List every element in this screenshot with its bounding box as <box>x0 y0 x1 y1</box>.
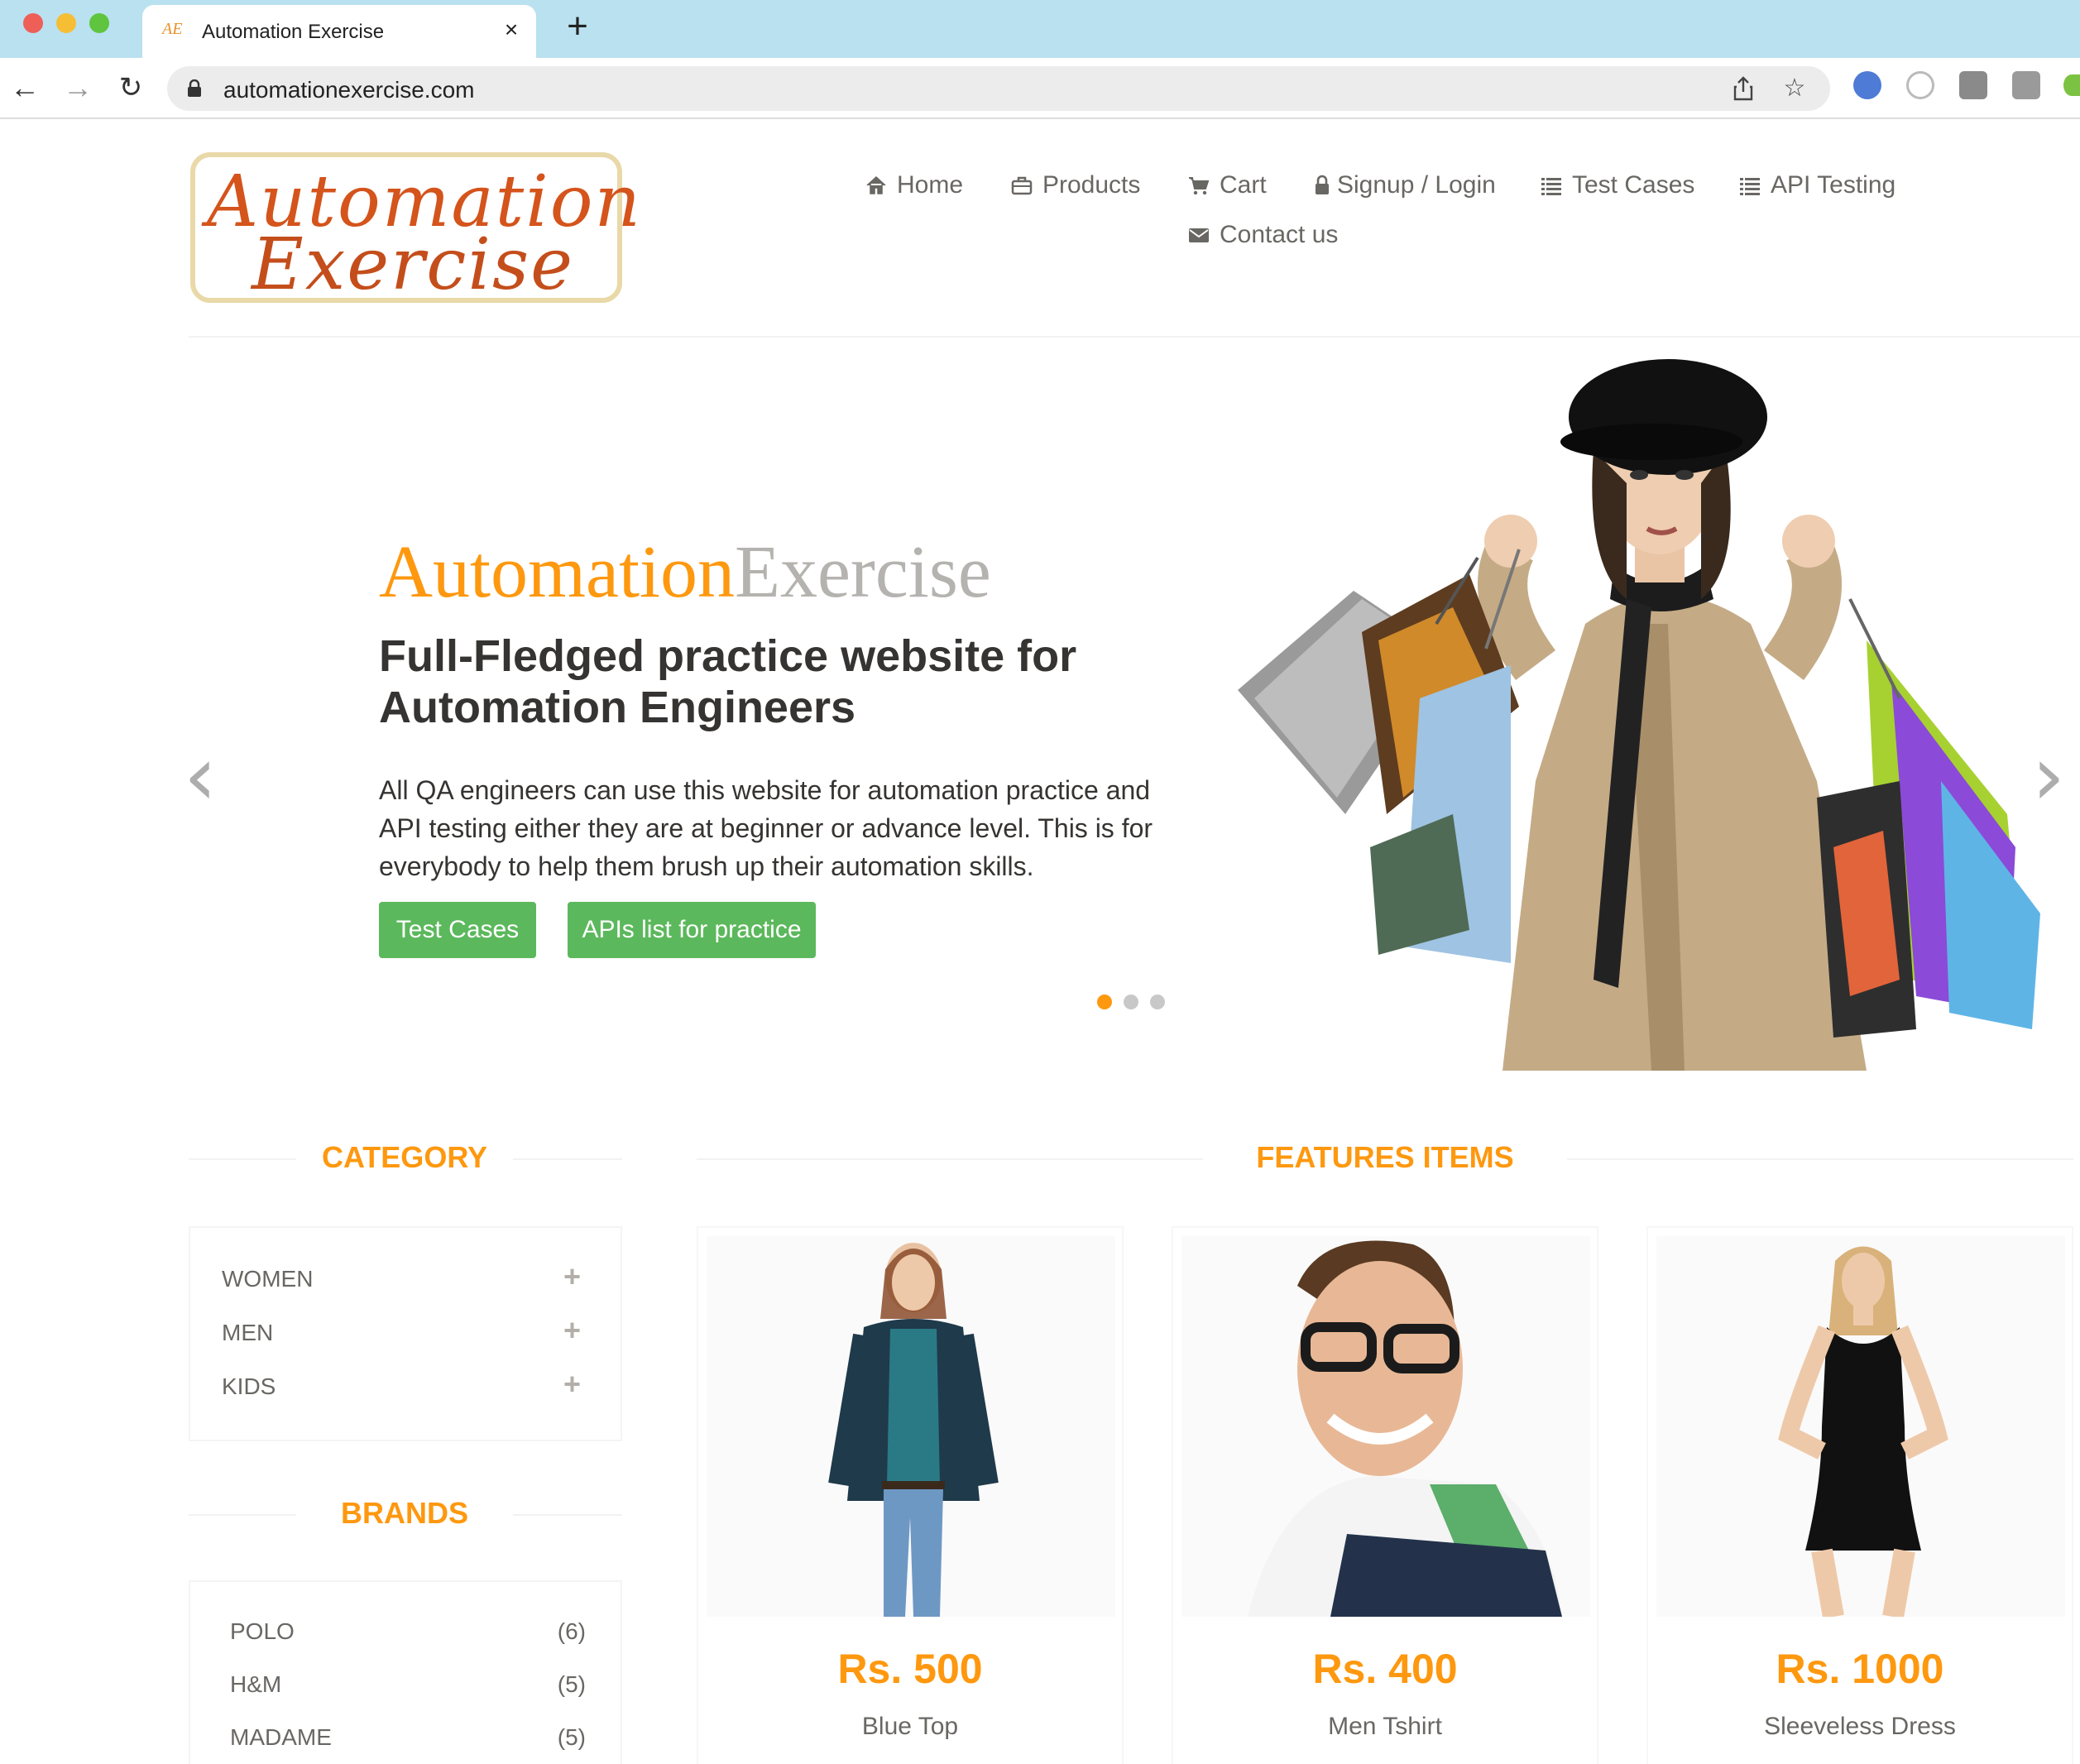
brands-title-line-left <box>189 1514 296 1516</box>
bookmark-star-icon[interactable]: ☆ <box>1780 74 1809 103</box>
product-price: Rs. 1000 <box>1776 1646 1944 1692</box>
envelope-icon <box>1189 228 1209 242</box>
brand-polo[interactable]: POLO (6) <box>230 1615 586 1648</box>
nav-home[interactable]: Home <box>865 169 963 202</box>
extension-2-icon[interactable] <box>1906 71 1934 99</box>
brand-madame[interactable]: MADAME (5) <box>230 1721 586 1754</box>
hero-shopping-woman-image <box>1238 359 2040 1071</box>
nav-test-cases[interactable]: Test Cases <box>1541 169 1694 202</box>
code-extension-icon[interactable] <box>1959 71 1987 99</box>
plus-icon[interactable]: + <box>563 1313 581 1348</box>
brand-count: (6) <box>557 1618 586 1644</box>
logo-line-2: Exercise <box>252 223 574 306</box>
slider-prev-arrow-icon[interactable]: ‹ <box>184 735 217 817</box>
product-card: Rs. 400 Men Tshirt <box>1172 1226 1598 1764</box>
slider-brand-title: AutomationExercise <box>379 531 991 613</box>
nav-contact-us[interactable]: Contact us <box>1188 218 1338 252</box>
slider-description: All QA engineers can use this website fo… <box>379 775 1153 881</box>
extension-4-icon[interactable] <box>2012 71 2040 99</box>
product-name: Sleeveless Dress <box>1764 1713 1956 1740</box>
home-icon <box>866 175 886 194</box>
address-bar[interactable]: automationexercise.com ☆ <box>167 66 1830 111</box>
category-title-line-right <box>513 1158 622 1160</box>
product-price: Rs. 400 <box>1312 1646 1458 1692</box>
brands-title-line-right <box>513 1514 622 1516</box>
plus-icon[interactable]: + <box>563 1367 581 1402</box>
features-title-line-left <box>697 1158 1203 1160</box>
new-tab-button[interactable]: + <box>559 8 596 46</box>
slider-heading: Full-Fledged practice website for Automa… <box>379 631 1077 732</box>
extension-1-icon[interactable] <box>1853 71 1881 99</box>
header-divider <box>189 336 2080 338</box>
brands-panel: POLO (6) H&M (5) MADAME (5) <box>189 1580 622 1764</box>
test-cases-button[interactable]: Test Cases <box>379 902 536 958</box>
features-title: FEATURES ITEMS <box>1256 1140 1514 1174</box>
product-name: Blue Top <box>861 1713 959 1740</box>
category-women[interactable]: WOMEN + <box>222 1259 602 1296</box>
slider-dot-3[interactable] <box>1150 995 1165 1009</box>
category-panel: WOMEN + MEN + KIDS + <box>189 1226 622 1441</box>
browser-toolbar: ← → ↻ automationexercise.com ☆ <box>0 58 2080 119</box>
site-logo[interactable]: Automation Exercise <box>190 152 640 306</box>
category-title-line-left <box>189 1158 296 1160</box>
forward-arrow-icon[interactable]: → <box>60 70 96 106</box>
product-image-blue-top <box>707 1236 1115 1617</box>
category-men[interactable]: MEN + <box>222 1313 602 1349</box>
nav-api-testing[interactable]: API Testing <box>1739 169 1895 202</box>
favicon-icon: AE <box>162 20 183 38</box>
product-name: Men Tshirt <box>1328 1713 1442 1740</box>
reload-icon[interactable]: ↻ <box>113 70 149 106</box>
minimize-window-button[interactable] <box>56 13 76 33</box>
nav-home-label: Home <box>897 171 964 199</box>
tab-title: Automation Exercise <box>202 21 385 43</box>
list-icon <box>1541 178 1561 195</box>
lock-icon <box>188 79 201 97</box>
slider-dot-2[interactable] <box>1124 995 1138 1009</box>
browser-tab[interactable]: AE Automation Exercise × <box>142 5 536 58</box>
product-price: Rs. 500 <box>837 1646 983 1692</box>
brand-count: (5) <box>557 1724 586 1750</box>
extension-5-icon[interactable] <box>2063 74 2080 96</box>
slider-dot-1[interactable] <box>1097 995 1112 1009</box>
product-image-men-tshirt <box>1181 1236 1590 1617</box>
product-image-sleeveless-dress <box>1656 1236 2065 1617</box>
category-kids[interactable]: KIDS + <box>222 1367 602 1403</box>
nav-test-cases-label: Test Cases <box>1572 171 1695 199</box>
brand-label: POLO <box>230 1618 295 1644</box>
list-icon <box>1740 178 1760 195</box>
brand-hm[interactable]: H&M (5) <box>230 1668 586 1701</box>
brand-label: MADAME <box>230 1724 332 1750</box>
lock-icon <box>1316 175 1329 194</box>
nav-api-testing-label: API Testing <box>1771 171 1896 199</box>
nav-contact-label: Contact us <box>1220 221 1339 248</box>
plus-icon[interactable]: + <box>563 1259 581 1294</box>
cart-icon <box>1189 177 1210 195</box>
maximize-window-button[interactable] <box>89 13 109 33</box>
category-label: MEN <box>222 1320 274 1345</box>
product-card: Rs. 500 Blue Top <box>697 1226 1124 1764</box>
nav-signup-label: Signup / Login <box>1337 171 1496 199</box>
nav-products-label: Products <box>1042 171 1141 199</box>
category-label: WOMEN <box>222 1266 314 1292</box>
nav-signup-login[interactable]: Signup / Login <box>1314 169 1496 202</box>
brand-label: H&M <box>230 1671 282 1697</box>
brand-count: (5) <box>557 1671 586 1697</box>
nav-cart[interactable]: Cart <box>1188 169 1267 202</box>
briefcase-icon <box>1011 176 1033 195</box>
category-title: CATEGORY <box>321 1140 487 1174</box>
product-card: Rs. 1000 Sleeveless Dress <box>1646 1226 2073 1764</box>
close-window-button[interactable] <box>23 13 43 33</box>
brands-title: BRANDS <box>340 1496 468 1530</box>
share-icon[interactable] <box>1729 74 1757 103</box>
nav-products[interactable]: Products <box>1011 169 1140 202</box>
category-label: KIDS <box>222 1373 276 1399</box>
url-text: automationexercise.com <box>223 77 475 103</box>
back-arrow-icon[interactable]: ← <box>7 70 43 106</box>
browser-tab-bar: AE Automation Exercise × + <box>0 0 2080 58</box>
apis-list-button[interactable]: APIs list for practice <box>568 902 816 958</box>
nav-cart-label: Cart <box>1220 171 1267 199</box>
tab-close-icon[interactable]: × <box>496 15 526 45</box>
features-title-line-right <box>1567 1158 2073 1160</box>
